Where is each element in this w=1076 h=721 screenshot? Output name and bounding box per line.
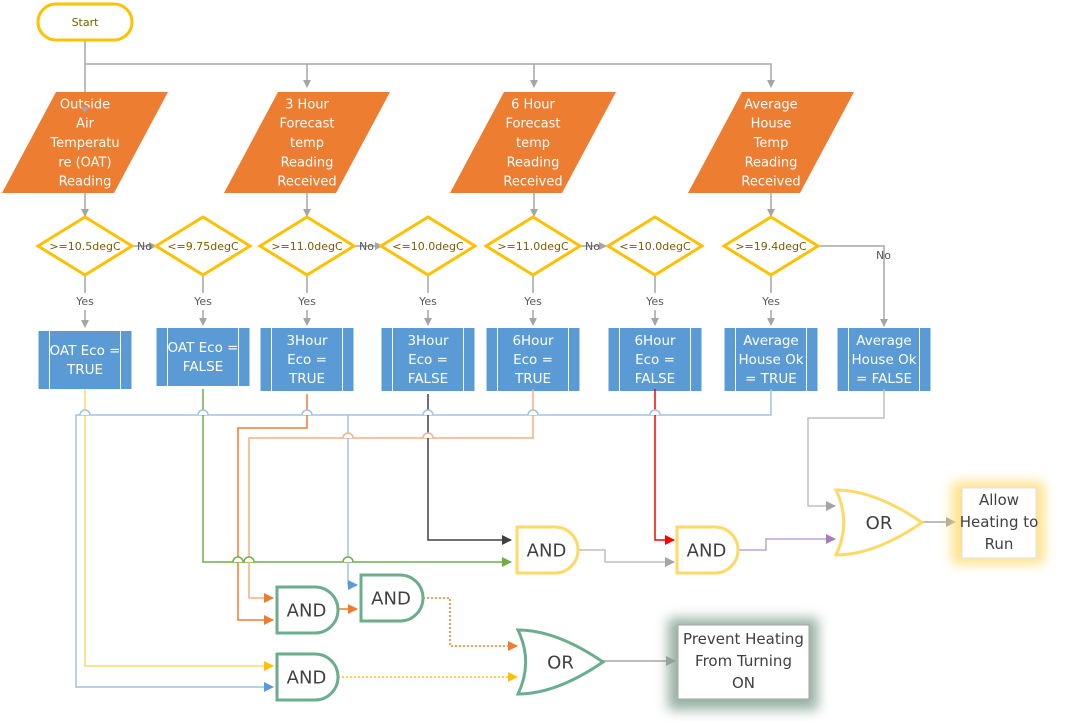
decision-label: >=10.5degC xyxy=(49,240,121,253)
logic-gates: AND AND OR AND AND AND OR xyxy=(275,488,925,702)
process-label: 6Hour Eco = FALSE xyxy=(634,333,676,387)
process-p5: 6Hour Eco = TRUE xyxy=(486,328,580,391)
wire-and-or-dotted xyxy=(423,597,518,651)
and-gate-6h-false: AND xyxy=(675,525,740,575)
no-label: No xyxy=(359,240,374,253)
decision-label: <=9.75degC xyxy=(167,240,239,253)
no-label: No xyxy=(137,240,152,253)
process-label: Average House Ok = TRUE xyxy=(738,333,803,387)
yes-label: Yes xyxy=(761,295,780,308)
decision-d3: >=11.0degC xyxy=(257,215,357,277)
process-label: Average House Ok = FALSE xyxy=(851,333,916,387)
and-gate-avg-ok: AND xyxy=(359,573,425,623)
decisions: >=10.5degC <=9.75degC >=11.0degC <=10.0degC… xyxy=(35,215,821,277)
decision-d2: <=9.75degC xyxy=(153,215,253,277)
yes-label: Yes xyxy=(297,295,316,308)
wire-and1-and2 xyxy=(578,549,675,567)
process-label: 6Hour Eco = TRUE xyxy=(512,333,554,387)
and-gate-3h-false: AND xyxy=(515,525,580,575)
process-label: 3Hour Eco = TRUE xyxy=(286,333,328,387)
decision-d4: <=10.0degC xyxy=(378,215,478,277)
yes-label: Yes xyxy=(193,295,212,308)
decision-label: >=11.0degC xyxy=(497,240,569,253)
flowchart-canvas: Start Outside Air Temperatu re (OAT) Reading… xyxy=(2,2,1044,710)
decision-d7: >=19.4degC xyxy=(721,215,821,277)
wire-avg-false-or xyxy=(807,389,885,511)
decision-d1: >=10.5degC xyxy=(35,215,135,277)
yes-label: Yes xyxy=(523,295,542,308)
or-gate-prevent: OR xyxy=(515,628,606,696)
start-label: Start xyxy=(72,16,100,29)
decision-label: <=10.0degC xyxy=(619,240,691,253)
process-label: 3Hour Eco = FALSE xyxy=(407,333,449,387)
wire-3h-false xyxy=(427,394,512,545)
process-p1: OAT Eco = TRUE xyxy=(38,331,132,389)
wire-and2-or xyxy=(738,534,836,551)
and-gate-forecast-true: AND xyxy=(275,585,340,635)
process-p8: Average House Ok = FALSE xyxy=(837,328,931,391)
allow-heating-output: Allow Heating to Run xyxy=(952,482,1044,564)
no-label: No xyxy=(876,249,891,262)
process-p3: 3Hour Eco = TRUE xyxy=(260,328,354,391)
yes-label: Yes xyxy=(75,295,94,308)
decision-label: >=19.4degC xyxy=(735,240,807,253)
processes: OAT Eco = TRUE OAT Eco = FALSE 3Hour Eco = TRU… xyxy=(38,328,931,391)
wire-avg-true xyxy=(75,389,772,692)
or-gate-allow: OR xyxy=(833,488,925,557)
wire-oat-true xyxy=(84,389,274,671)
gate-label: OR xyxy=(547,653,574,674)
yes-label: Yes xyxy=(645,295,664,308)
start-terminator: Start xyxy=(36,2,134,42)
input-readings: Outside Air Temperatu re (OAT) Reading3 Hour… xyxy=(2,92,854,193)
gate-label: AND xyxy=(287,668,327,689)
decision-d5: >=11.0degC xyxy=(483,215,583,277)
gate-label: AND xyxy=(527,541,567,562)
gate-label: AND xyxy=(287,601,327,622)
process-p4: 3Hour Eco = FALSE xyxy=(381,328,475,391)
gate-label: AND xyxy=(371,589,411,610)
process-p2: OAT Eco = FALSE xyxy=(156,328,250,386)
no-label: No xyxy=(585,240,600,253)
decision-label: <=10.0degC xyxy=(392,240,464,253)
process-p7: Average House Ok = TRUE xyxy=(724,328,818,391)
decision-label: >=11.0degC xyxy=(271,240,343,253)
gate-label: OR xyxy=(866,513,893,534)
process-p6: 6Hour Eco = FALSE xyxy=(608,328,702,391)
input-h3: 3 Hour Forecast temp Reading Received xyxy=(224,92,390,193)
input-avg: Average House Temp Reading Received xyxy=(688,92,854,193)
decision-d6: <=10.0degC xyxy=(605,215,705,277)
wire-6h-true xyxy=(248,389,534,603)
yes-label: Yes xyxy=(418,295,437,308)
input-h6: 6 Hour Forecast temp Reading Received xyxy=(450,92,616,193)
prevent-heating-output: Prevent Heating From Turning ON xyxy=(668,618,818,710)
gate-label: AND xyxy=(687,541,727,562)
and-gate-oat-avg: AND xyxy=(275,652,340,702)
